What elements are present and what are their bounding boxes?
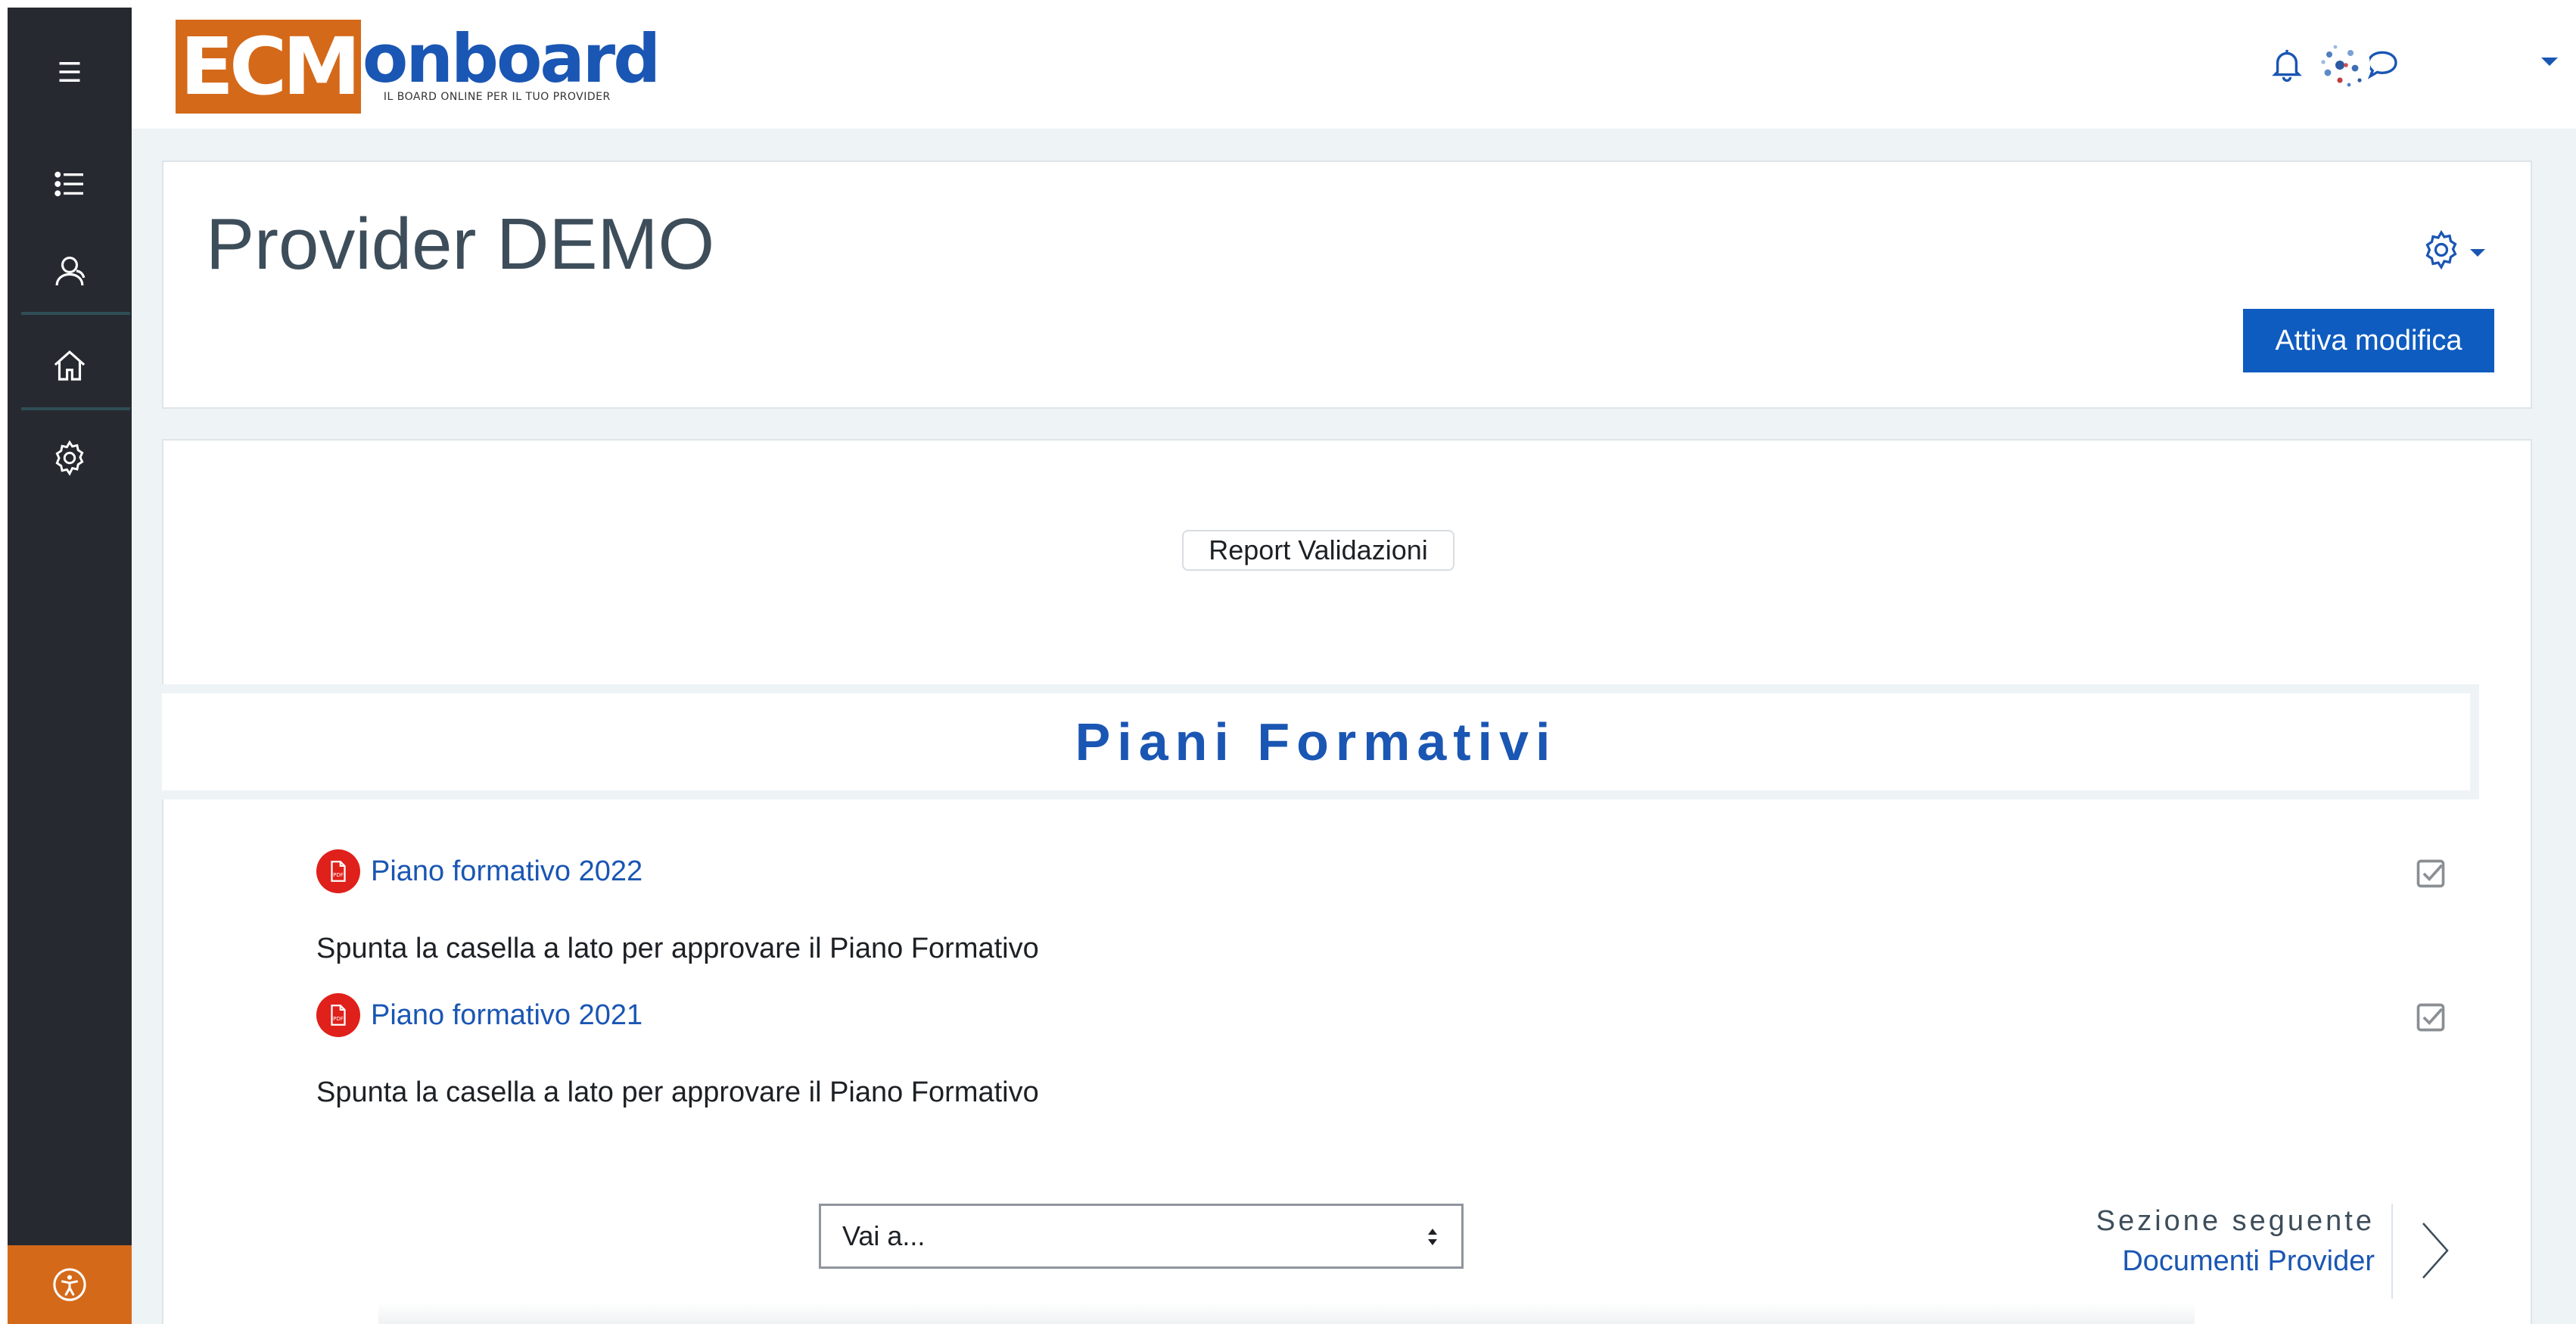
footer-shadow xyxy=(378,1302,2195,1324)
edit-mode-button[interactable]: Attiva modifica xyxy=(2243,309,2494,372)
bell-icon[interactable] xyxy=(2264,42,2310,87)
svg-text:PDF: PDF xyxy=(333,871,344,878)
next-section-label: Sezione seguente xyxy=(2095,1205,2375,1237)
select-arrows-icon xyxy=(1428,1229,1437,1245)
activity-link[interactable]: Piano formativo 2022 xyxy=(371,855,642,888)
chevron-down-icon[interactable] xyxy=(2541,58,2558,66)
logo-onboard: onboard xyxy=(362,20,661,98)
activity-description: Spunta la casella a lato per approvare i… xyxy=(316,1076,1039,1108)
completion-checkbox[interactable] xyxy=(2414,857,2447,890)
accessibility-icon xyxy=(53,1268,86,1301)
pdf-icon: PDF xyxy=(316,993,360,1037)
logo-tagline: IL BOARD ONLINE PER IL TUO PROVIDER xyxy=(383,91,611,103)
top-navbar: ECM onboard IL BOARD ONLINE PER IL TUO P… xyxy=(132,0,2576,129)
gear-icon xyxy=(2425,229,2457,270)
site-logo[interactable]: ECM onboard IL BOARD ONLINE PER IL TUO P… xyxy=(176,20,661,114)
checkbox-checked-icon xyxy=(2416,1003,2445,1032)
completion-checkbox[interactable] xyxy=(2414,1001,2447,1034)
next-section[interactable]: Sezione seguente Documenti Provider xyxy=(2096,1205,2375,1278)
section-title: Piani Formativi xyxy=(1075,712,1557,771)
accessibility-button[interactable] xyxy=(8,1245,132,1324)
activity-item[interactable]: PDF Piano formativo 2021 xyxy=(316,993,642,1037)
chevron-right-icon[interactable] xyxy=(2419,1220,2452,1281)
hamburger-icon[interactable] xyxy=(8,30,132,114)
section-header: Piani Formativi xyxy=(162,684,2479,799)
jump-to-select-value: Vai a... xyxy=(842,1220,926,1251)
gear-icon[interactable] xyxy=(8,416,132,500)
checkbox-checked-icon xyxy=(2416,859,2445,888)
sidebar-divider xyxy=(21,407,130,410)
course-settings-menu[interactable] xyxy=(2419,227,2485,273)
divider xyxy=(2391,1204,2393,1299)
chevron-down-icon xyxy=(2470,249,2485,257)
participants-icon[interactable] xyxy=(8,230,132,313)
list-icon[interactable] xyxy=(8,142,132,226)
activity-link[interactable]: Piano formativo 2021 xyxy=(371,999,642,1032)
logo-ecm: ECM xyxy=(176,20,361,114)
sidebar-divider xyxy=(21,312,130,315)
page-title: Provider DEMO xyxy=(206,204,715,285)
activity-description: Spunta la casella a lato per approvare i… xyxy=(316,933,1039,964)
next-section-link[interactable]: Documenti Provider xyxy=(2096,1245,2375,1278)
page-header: Provider DEMO xyxy=(162,160,2532,409)
report-validazioni-button[interactable]: Report Validazioni xyxy=(1182,530,1454,571)
left-drawer xyxy=(8,8,132,1324)
home-icon[interactable] xyxy=(8,324,132,407)
activity-item[interactable]: PDF Piano formativo 2022 xyxy=(316,849,642,893)
avatar[interactable] xyxy=(2310,35,2370,95)
jump-to-select[interactable]: Vai a... xyxy=(819,1204,1464,1269)
svg-text:PDF: PDF xyxy=(333,1015,344,1022)
pdf-icon: PDF xyxy=(316,849,360,893)
